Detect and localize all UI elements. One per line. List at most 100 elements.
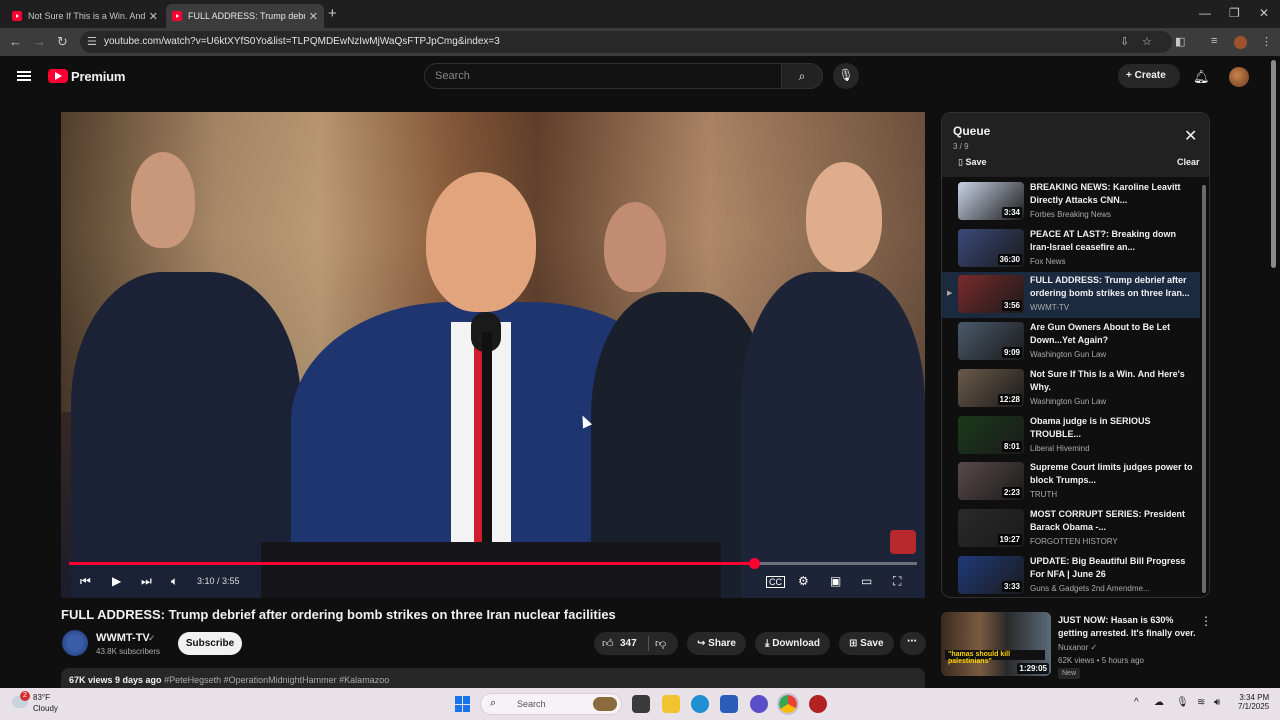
- speaker-icon[interactable]: 🔊︎: [1214, 697, 1220, 708]
- taskbar-clock[interactable]: 3:34 PM 7/1/2025: [1238, 693, 1269, 711]
- search-input[interactable]: Search: [424, 63, 782, 89]
- queue-item-title[interactable]: BREAKING NEWS: Karoline Leavitt Directly…: [1030, 181, 1196, 207]
- queue-item-title[interactable]: Not Sure If This Is a Win. And Here's Wh…: [1030, 368, 1196, 394]
- temperature[interactable]: 83°F: [33, 693, 50, 702]
- file-explorer-icon[interactable]: [662, 695, 680, 713]
- like-count[interactable]: 347: [620, 638, 637, 649]
- queue-thumbnail[interactable]: 12:28: [958, 368, 1024, 407]
- page-scrollbar[interactable]: [1271, 60, 1276, 268]
- queue-thumbnail[interactable]: 3:56: [958, 275, 1024, 314]
- queue-thumbnail[interactable]: 3:33: [958, 555, 1024, 594]
- windows-start-icon[interactable]: [455, 696, 471, 712]
- browser-tab-active[interactable]: FULL ADDRESS: Trump debrief a ✕: [166, 4, 324, 28]
- chat-icon[interactable]: [750, 695, 768, 713]
- next-icon[interactable]: ⏭: [141, 574, 152, 589]
- network-tray-icon[interactable]: ☁: [1154, 697, 1164, 708]
- back-icon[interactable]: ←: [9, 34, 22, 49]
- queue-item[interactable]: 36:30 PEACE AT LAST?: Breaking down Iran-…: [942, 226, 1200, 272]
- youtube-logo-icon[interactable]: [48, 69, 68, 83]
- browser-profile-avatar[interactable]: [1234, 36, 1247, 49]
- volume-icon[interactable]: 🔈︎: [171, 574, 178, 589]
- reload-icon[interactable]: ↻: [57, 34, 68, 50]
- hashtags[interactable]: #PeteHegseth #OperationMidnightHammer #K…: [164, 675, 389, 685]
- more-actions-button[interactable]: ⋯: [900, 632, 926, 655]
- queue-close-icon[interactable]: ✕: [1184, 126, 1197, 146]
- queue-item[interactable]: 19:27 MOST CORRUPT SERIES: President Bara…: [942, 506, 1200, 552]
- site-info-icon[interactable]: ☰: [87, 35, 97, 48]
- queue-item[interactable]: 9:09 Are Gun Owners About to Be Let Down.…: [942, 319, 1200, 365]
- tab-search-icon[interactable]: ≡: [1211, 35, 1217, 47]
- queue-thumbnail[interactable]: 2:23: [958, 462, 1024, 501]
- store-icon[interactable]: [720, 695, 738, 713]
- save-button[interactable]: ⊞ Save: [839, 632, 894, 655]
- brand-label[interactable]: Premium: [71, 69, 125, 84]
- recommended-thumbnail[interactable]: "hamas should kill palestinians" 1:29:05: [941, 612, 1051, 676]
- install-app-icon[interactable]: ⇩: [1120, 35, 1129, 48]
- dislike-thumb-icon[interactable]: 👎︎: [655, 637, 666, 650]
- queue-item-title[interactable]: Obama judge is in SERIOUS TROUBLE...: [1030, 415, 1196, 441]
- browser-menu-icon[interactable]: ⋮: [1261, 35, 1272, 48]
- task-view-icon[interactable]: [632, 695, 650, 713]
- queue-item-title[interactable]: FULL ADDRESS: Trump debrief after orderi…: [1030, 274, 1196, 300]
- queue-thumbnail[interactable]: 3:34: [958, 182, 1024, 220]
- seek-bar[interactable]: [69, 558, 917, 569]
- channel-name[interactable]: WWMT-TV: [96, 632, 150, 644]
- tab-close-icon[interactable]: ✕: [149, 10, 158, 23]
- tab-close-icon[interactable]: ✕: [309, 10, 318, 23]
- miniplayer-icon[interactable]: ▣: [830, 574, 841, 588]
- queue-item[interactable]: 2:23 Supreme Court limits judges power to…: [942, 459, 1200, 505]
- notifications-bell-icon[interactable]: 🔔︎: [1193, 69, 1210, 85]
- queue-item[interactable]: 12:28 Not Sure If This Is a Win. And Here…: [942, 366, 1200, 412]
- chrome-icon[interactable]: [777, 693, 799, 715]
- guide-menu-icon[interactable]: [17, 71, 31, 81]
- new-tab-icon[interactable]: +: [328, 5, 337, 22]
- download-button[interactable]: ⤓ Download: [755, 632, 830, 655]
- queue-thumbnail[interactable]: 9:09: [958, 322, 1024, 361]
- like-thumb-icon[interactable]: 👍︎: [602, 637, 614, 650]
- subscribe-button[interactable]: Subscribe: [178, 632, 242, 655]
- extensions-icon[interactable]: ◧: [1175, 35, 1185, 48]
- voice-search-button[interactable]: 🎙: [833, 63, 859, 89]
- theater-mode-icon[interactable]: ▭: [861, 574, 872, 588]
- create-button[interactable]: + Create: [1118, 64, 1180, 88]
- edge-browser-icon[interactable]: [691, 695, 709, 713]
- account-avatar[interactable]: [1229, 67, 1249, 87]
- queue-thumbnail[interactable]: 36:30: [958, 228, 1024, 267]
- channel-watermark-icon[interactable]: [890, 530, 916, 554]
- browser-tab-inactive[interactable]: Not Sure If This is a Win. And H ✕: [6, 4, 164, 28]
- window-close-icon[interactable]: ✕: [1259, 6, 1269, 20]
- description-box[interactable]: 67K views 9 days ago #PeteHegseth #Opera…: [61, 668, 925, 690]
- weather-condition[interactable]: Cloudy: [33, 704, 58, 713]
- search-button[interactable]: ⌕: [781, 63, 823, 89]
- queue-item[interactable]: 8:01 Obama judge is in SERIOUS TROUBLE...…: [942, 413, 1200, 459]
- recommended-title[interactable]: JUST NOW: Hasan is 630% getting arrested…: [1058, 614, 1198, 640]
- queue-item[interactable]: 3:34 BREAKING NEWS: Karoline Leavitt Dire…: [942, 179, 1200, 225]
- fullscreen-icon[interactable]: ⛶: [893, 574, 901, 589]
- wifi-icon[interactable]: ≋: [1197, 697, 1205, 708]
- restore-icon[interactable]: ❐: [1229, 6, 1240, 20]
- minimize-icon[interactable]: —: [1199, 6, 1211, 20]
- queue-item-title[interactable]: PEACE AT LAST?: Breaking down Iran-Israe…: [1030, 228, 1196, 254]
- previous-icon[interactable]: ⏮: [80, 574, 91, 589]
- taskbar-search-input[interactable]: ⌕ Search: [480, 693, 622, 715]
- queue-item-title[interactable]: MOST CORRUPT SERIES: President Barack Ob…: [1030, 508, 1196, 534]
- captions-icon[interactable]: CC: [766, 576, 785, 588]
- queue-item-title[interactable]: UPDATE: Big Beautiful Bill Progress For …: [1030, 555, 1196, 581]
- queue-item-title[interactable]: Supreme Court limits judges power to blo…: [1030, 461, 1196, 487]
- queue-save-button[interactable]: ▯ Save: [958, 157, 987, 168]
- queue-item[interactable]: ▶ 3:56 FULL ADDRESS: Trump debrief after o…: [942, 272, 1200, 319]
- forward-icon[interactable]: →: [33, 34, 46, 49]
- settings-gear-icon[interactable]: ⚙: [798, 574, 809, 588]
- queue-item[interactable]: 3:33 UPDATE: Big Beautiful Bill Progress …: [942, 553, 1200, 597]
- queue-item-title[interactable]: Are Gun Owners About to Be Let Down...Ye…: [1030, 321, 1196, 347]
- channel-avatar[interactable]: [62, 630, 88, 656]
- queue-thumbnail[interactable]: 8:01: [958, 415, 1024, 454]
- app-badge-icon[interactable]: [809, 695, 827, 713]
- microphone-tray-icon[interactable]: 🎙: [1176, 697, 1189, 708]
- play-icon[interactable]: ▶: [112, 574, 121, 588]
- queue-thumbnail[interactable]: 19:27: [958, 508, 1024, 547]
- recommended-menu-icon[interactable]: ⋮: [1200, 614, 1212, 628]
- queue-clear-button[interactable]: Clear: [1177, 157, 1200, 167]
- recommended-channel[interactable]: Nuxanor ✓: [1058, 643, 1097, 652]
- queue-scrollbar[interactable]: [1202, 185, 1206, 593]
